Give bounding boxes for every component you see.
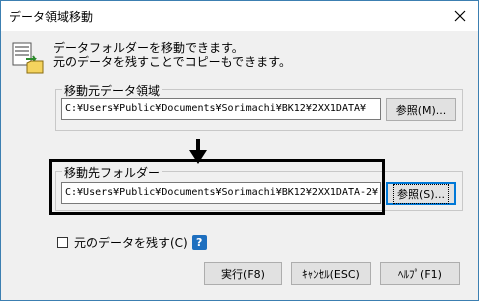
window-title: データ領域移動 bbox=[9, 10, 94, 24]
cancel-label: ｷｬﾝｾﾙ(ESC) bbox=[302, 267, 360, 281]
destination-highlight-frame bbox=[49, 159, 385, 215]
title-bar[interactable]: データ領域移動 bbox=[1, 1, 478, 31]
source-path-field[interactable]: C:¥Users¥Public¥Documents¥Sorimachi¥BK12… bbox=[61, 98, 381, 120]
source-group-label: 移動元データ領域 bbox=[62, 82, 163, 99]
help-glyph: ? bbox=[196, 236, 203, 249]
keep-original-checkbox[interactable] bbox=[57, 237, 68, 248]
close-icon bbox=[454, 10, 466, 22]
cancel-button[interactable]: ｷｬﾝｾﾙ(ESC) bbox=[291, 262, 371, 285]
help-button[interactable]: ﾍﾙﾌﾟ(F1) bbox=[380, 262, 460, 285]
description-text: データフォルダーを移動できます。 元のデータを残すことでコピーもできます。 bbox=[53, 41, 291, 69]
source-browse-label: 参照(M)... bbox=[395, 103, 447, 117]
help-label: ﾍﾙﾌﾟ(F1) bbox=[398, 267, 442, 281]
keep-original-row: 元のデータを残す(C) ? bbox=[57, 234, 207, 251]
execute-label: 実行(F8) bbox=[221, 267, 265, 281]
source-browse-button[interactable]: 参照(M)... bbox=[386, 98, 456, 121]
help-question-icon[interactable]: ? bbox=[191, 235, 207, 250]
folder-move-icon bbox=[12, 42, 44, 74]
execute-button[interactable]: 実行(F8) bbox=[204, 262, 282, 285]
keep-original-label[interactable]: 元のデータを残す(C) bbox=[74, 234, 188, 251]
description-line-1: データフォルダーを移動できます。 bbox=[53, 41, 244, 55]
close-button[interactable] bbox=[446, 4, 474, 28]
description-line-2: 元のデータを残すことでコピーもできます。 bbox=[53, 55, 291, 69]
destination-browse-label: 参照(S)... bbox=[392, 183, 450, 204]
destination-browse-button[interactable]: 参照(S)... bbox=[386, 182, 456, 205]
dialog-window: データ領域移動 データフォルダーを移動できます。 元のデータを残すことでコピーも… bbox=[0, 0, 479, 301]
